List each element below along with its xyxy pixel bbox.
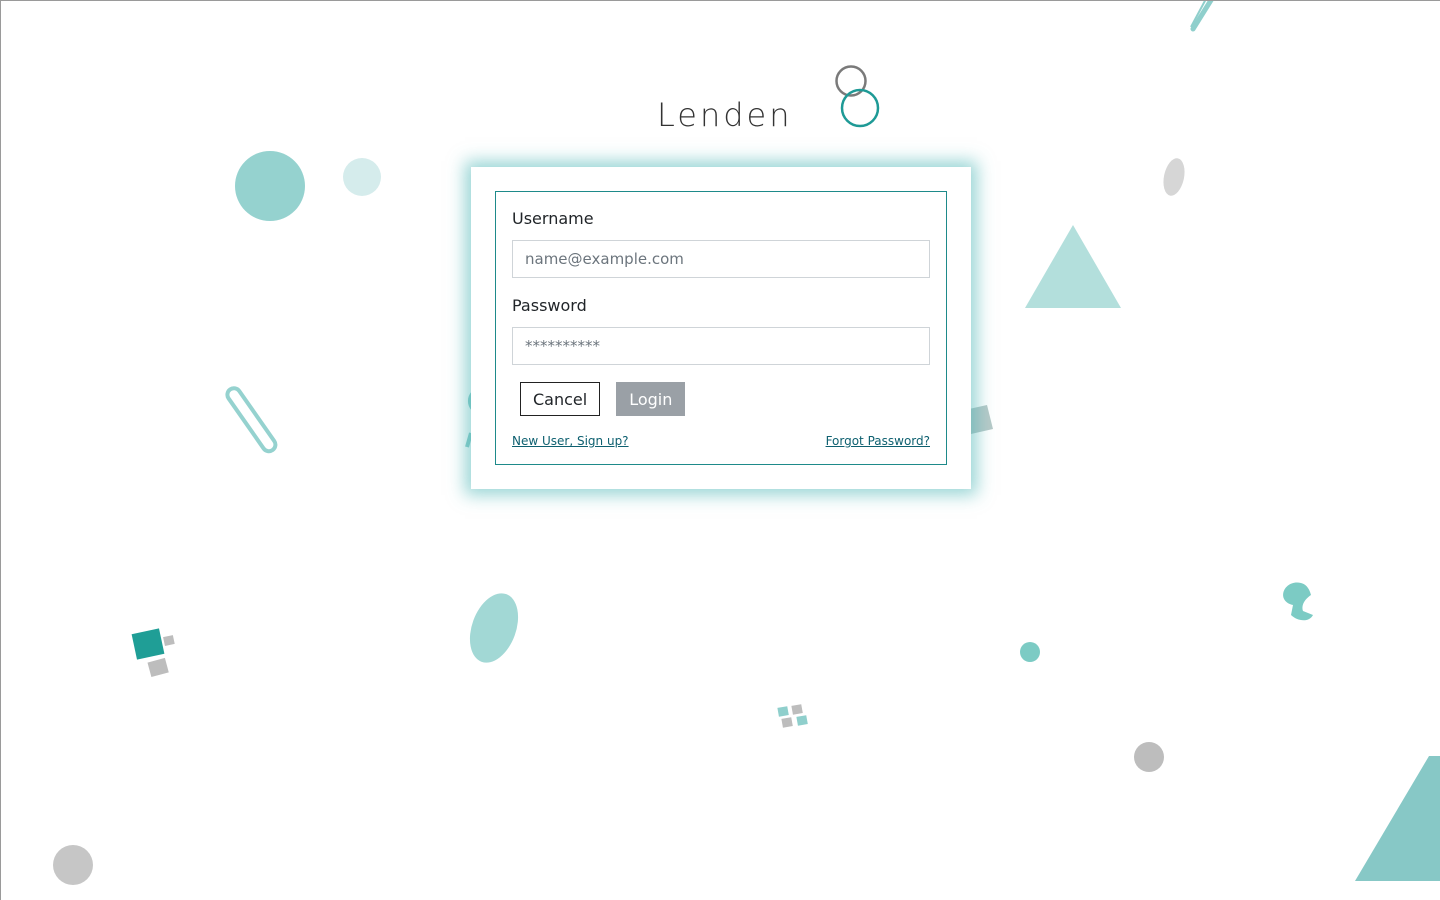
lenden-logo-icon xyxy=(835,65,880,128)
app-title: Lenden xyxy=(657,96,793,134)
forgot-password-link[interactable]: Forgot Password? xyxy=(826,434,930,448)
login-page: Lenden Username Password Cancel Login Ne… xyxy=(0,0,1440,900)
signup-link[interactable]: New User, Sign up? xyxy=(512,434,629,448)
login-button[interactable]: Login xyxy=(616,382,686,416)
username-input[interactable] xyxy=(512,240,930,278)
form-actions: Cancel Login xyxy=(520,382,930,416)
username-label: Username xyxy=(512,209,594,228)
cancel-button[interactable]: Cancel xyxy=(520,382,601,416)
form-links: New User, Sign up? Forgot Password? xyxy=(512,434,930,448)
login-card: Username Password Cancel Login New User,… xyxy=(471,167,971,489)
password-input[interactable] xyxy=(512,327,930,365)
password-label: Password xyxy=(512,296,587,315)
login-form: Username Password Cancel Login New User,… xyxy=(495,191,947,465)
